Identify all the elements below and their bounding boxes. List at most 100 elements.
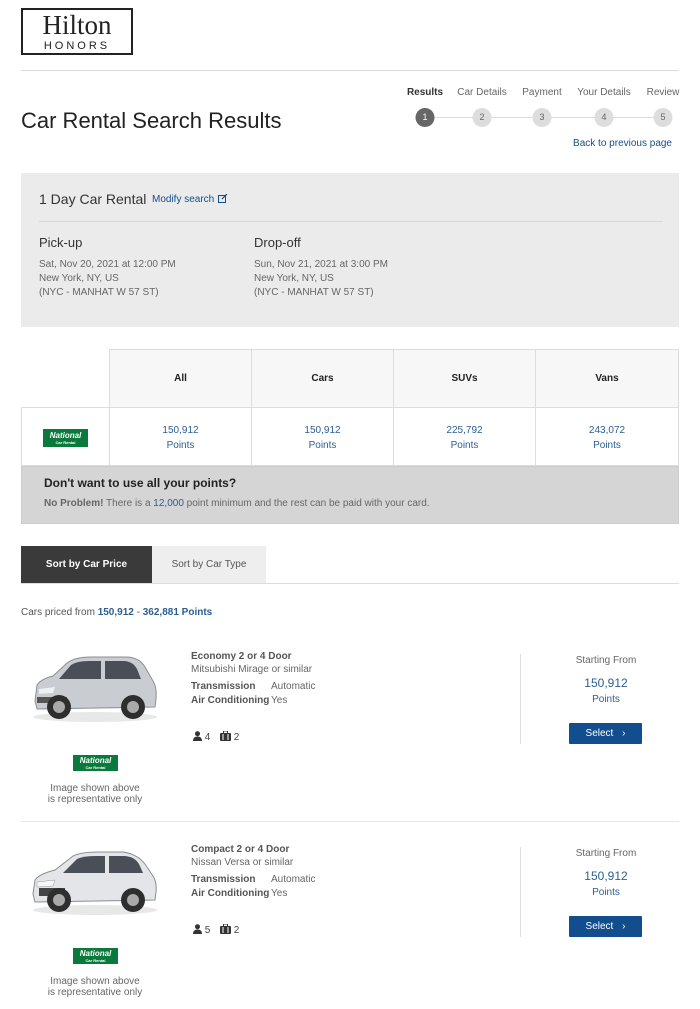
person-icon bbox=[193, 731, 202, 741]
passengers-count-compact: 5 bbox=[204, 925, 211, 936]
national-logo-economy-name: National bbox=[79, 756, 112, 765]
pickup-block: Pick-up Sat, Nov 20, 2021 at 12:00 PM Ne… bbox=[39, 235, 176, 300]
dropoff-block: Drop-off Sun, Nov 21, 2021 at 3:00 PM Ne… bbox=[254, 235, 388, 300]
promo-text: No Problem! There is a 12,000 point mini… bbox=[44, 498, 430, 509]
price-cars-unit: Points bbox=[308, 440, 337, 451]
vendor-logo-cell: National Car Rental bbox=[21, 407, 110, 466]
col-header-vans[interactable]: Vans bbox=[535, 349, 679, 408]
person-icon bbox=[193, 924, 202, 934]
rental-duration-title: 1 Day Car Rental bbox=[39, 191, 147, 207]
points-promo-banner: Don't want to use all your points? No Pr… bbox=[21, 466, 679, 524]
back-to-previous-link[interactable]: Back to previous page bbox=[573, 138, 672, 149]
dropoff-city: New York, NY, US bbox=[254, 273, 334, 284]
pickup-city: New York, NY, US bbox=[39, 273, 119, 284]
representative-note-economy: Image shown above is representative only bbox=[21, 783, 169, 805]
page-title: Car Rental Search Results bbox=[21, 108, 282, 133]
ac-value-economy: Yes bbox=[271, 695, 288, 706]
car-result-compact: National Car Rental Image shown above is… bbox=[21, 832, 679, 1009]
national-logo-economy-sub: Car Rental bbox=[85, 765, 106, 770]
price-range-text: Cars priced from 150,912 - 362,881 Point… bbox=[21, 607, 212, 618]
promo-minimum: 12,000 bbox=[153, 498, 184, 509]
step-dot-5: 5 bbox=[653, 108, 673, 127]
national-logo-sub: Car Rental bbox=[55, 440, 76, 445]
rep-note-compact-line2: is representative only bbox=[47, 987, 143, 998]
price-cell-vans[interactable]: 243,072 Points bbox=[535, 407, 679, 466]
select-compact-button[interactable]: Select › bbox=[569, 916, 642, 937]
car-price-compact: 150,912 bbox=[584, 869, 628, 883]
bags-count-economy: 2 bbox=[233, 732, 240, 743]
car-type-compact: Compact 2 or 4 Door bbox=[191, 844, 290, 855]
modify-search-link[interactable]: Modify search bbox=[152, 193, 228, 205]
promo-bold: No Problem! bbox=[44, 498, 104, 509]
select-economy-button[interactable]: Select › bbox=[569, 723, 642, 744]
passengers-economy: 4 bbox=[193, 731, 210, 743]
hilton-honors-logo[interactable]: Hilton HONORS bbox=[21, 8, 133, 55]
search-summary: 1 Day Car Rental Modify search Pick-up S… bbox=[21, 173, 679, 327]
national-logo-compact-sub: Car Rental bbox=[85, 958, 106, 963]
price-cell-suvs[interactable]: 225,792 Points bbox=[393, 407, 536, 466]
price-cell-cars[interactable]: 150,912 Points bbox=[251, 407, 394, 466]
price-suvs-points: 225,792 bbox=[446, 425, 483, 436]
chevron-right-icon: › bbox=[622, 921, 626, 932]
car-image-economy bbox=[33, 656, 157, 722]
car-image-compact bbox=[32, 851, 157, 915]
range-sep: - bbox=[133, 607, 143, 618]
price-cell-all[interactable]: 150,912 Points bbox=[109, 407, 252, 466]
pickup-datetime: Sat, Nov 20, 2021 at 12:00 PM bbox=[39, 259, 176, 270]
ac-value-compact: Yes bbox=[271, 888, 288, 899]
transmission-value-compact: Automatic bbox=[271, 874, 316, 885]
national-logo-name: National bbox=[49, 431, 82, 440]
col-header-suvs[interactable]: SUVs bbox=[393, 349, 536, 408]
price-vans-unit: Points bbox=[593, 440, 621, 451]
price-matrix: All Cars SUVs Vans National Car Rental 1… bbox=[21, 349, 679, 524]
chevron-right-icon: › bbox=[622, 728, 626, 739]
step-dot-3: 3 bbox=[532, 108, 552, 127]
car-price-unit-compact: Points bbox=[592, 887, 620, 898]
col-header-all[interactable]: All bbox=[109, 349, 252, 408]
select-compact-label: Select bbox=[585, 921, 614, 932]
price-cars-points: 150,912 bbox=[304, 425, 341, 436]
starting-from-economy: Starting From bbox=[575, 655, 637, 666]
luggage-icon bbox=[220, 730, 231, 741]
price-all-points: 150,912 bbox=[162, 425, 199, 436]
national-logo-compact: National Car Rental bbox=[73, 948, 118, 964]
pickup-heading: Pick-up bbox=[39, 235, 83, 250]
transmission-label-compact: Transmission bbox=[191, 874, 256, 885]
logo-line-1: Hilton bbox=[42, 10, 112, 40]
transmission-label-economy: Transmission bbox=[191, 681, 256, 692]
dropoff-heading: Drop-off bbox=[254, 235, 301, 250]
step-dot-2: 2 bbox=[472, 108, 492, 127]
step-dot-1: 1 bbox=[415, 108, 435, 127]
range-max: 362,881 Points bbox=[142, 607, 213, 618]
step-label-review: Review bbox=[646, 87, 680, 98]
car-price-economy: 150,912 bbox=[584, 676, 628, 690]
range-prefix: Cars priced from bbox=[21, 607, 98, 618]
logo-line-2: HONORS bbox=[43, 40, 111, 52]
national-logo-compact-name: National bbox=[79, 949, 112, 958]
representative-note-compact: Image shown above is representative only bbox=[21, 976, 169, 998]
rep-note-economy-line1: Image shown above bbox=[50, 783, 140, 794]
promo-text-after: point minimum and the rest can be paid w… bbox=[183, 498, 430, 509]
dropoff-location: (NYC - MANHAT W 57 ST) bbox=[254, 287, 374, 298]
modify-search-label: Modify search bbox=[152, 194, 215, 205]
car-result-economy: National Car Rental Image shown above is… bbox=[21, 639, 679, 825]
rep-note-economy-line2: is representative only bbox=[47, 794, 143, 805]
sort-by-price-tab[interactable]: Sort by Car Price bbox=[21, 546, 152, 583]
bags-economy: 2 bbox=[220, 730, 240, 743]
bags-compact: 2 bbox=[220, 923, 239, 936]
car-price-unit-economy: Points bbox=[592, 694, 620, 705]
starting-from-compact: Starting From bbox=[575, 848, 637, 859]
summary-divider bbox=[39, 221, 663, 222]
sort-by-type-tab[interactable]: Sort by Car Type bbox=[152, 546, 266, 583]
step-label-car-details: Car Details bbox=[457, 87, 507, 98]
progress-steps: Results Car Details Payment Your Details… bbox=[400, 85, 685, 135]
car-model-economy: Mitsubishi Mirage or similar bbox=[191, 664, 313, 675]
luggage-icon bbox=[220, 923, 231, 934]
transmission-value-economy: Automatic bbox=[271, 681, 316, 692]
select-economy-label: Select bbox=[585, 728, 614, 739]
step-dot-4: 4 bbox=[594, 108, 614, 127]
car-type-economy: Economy 2 or 4 Door bbox=[191, 651, 292, 662]
col-header-cars[interactable]: Cars bbox=[251, 349, 394, 408]
edit-icon bbox=[218, 193, 228, 203]
price-all-unit: Points bbox=[166, 440, 195, 451]
